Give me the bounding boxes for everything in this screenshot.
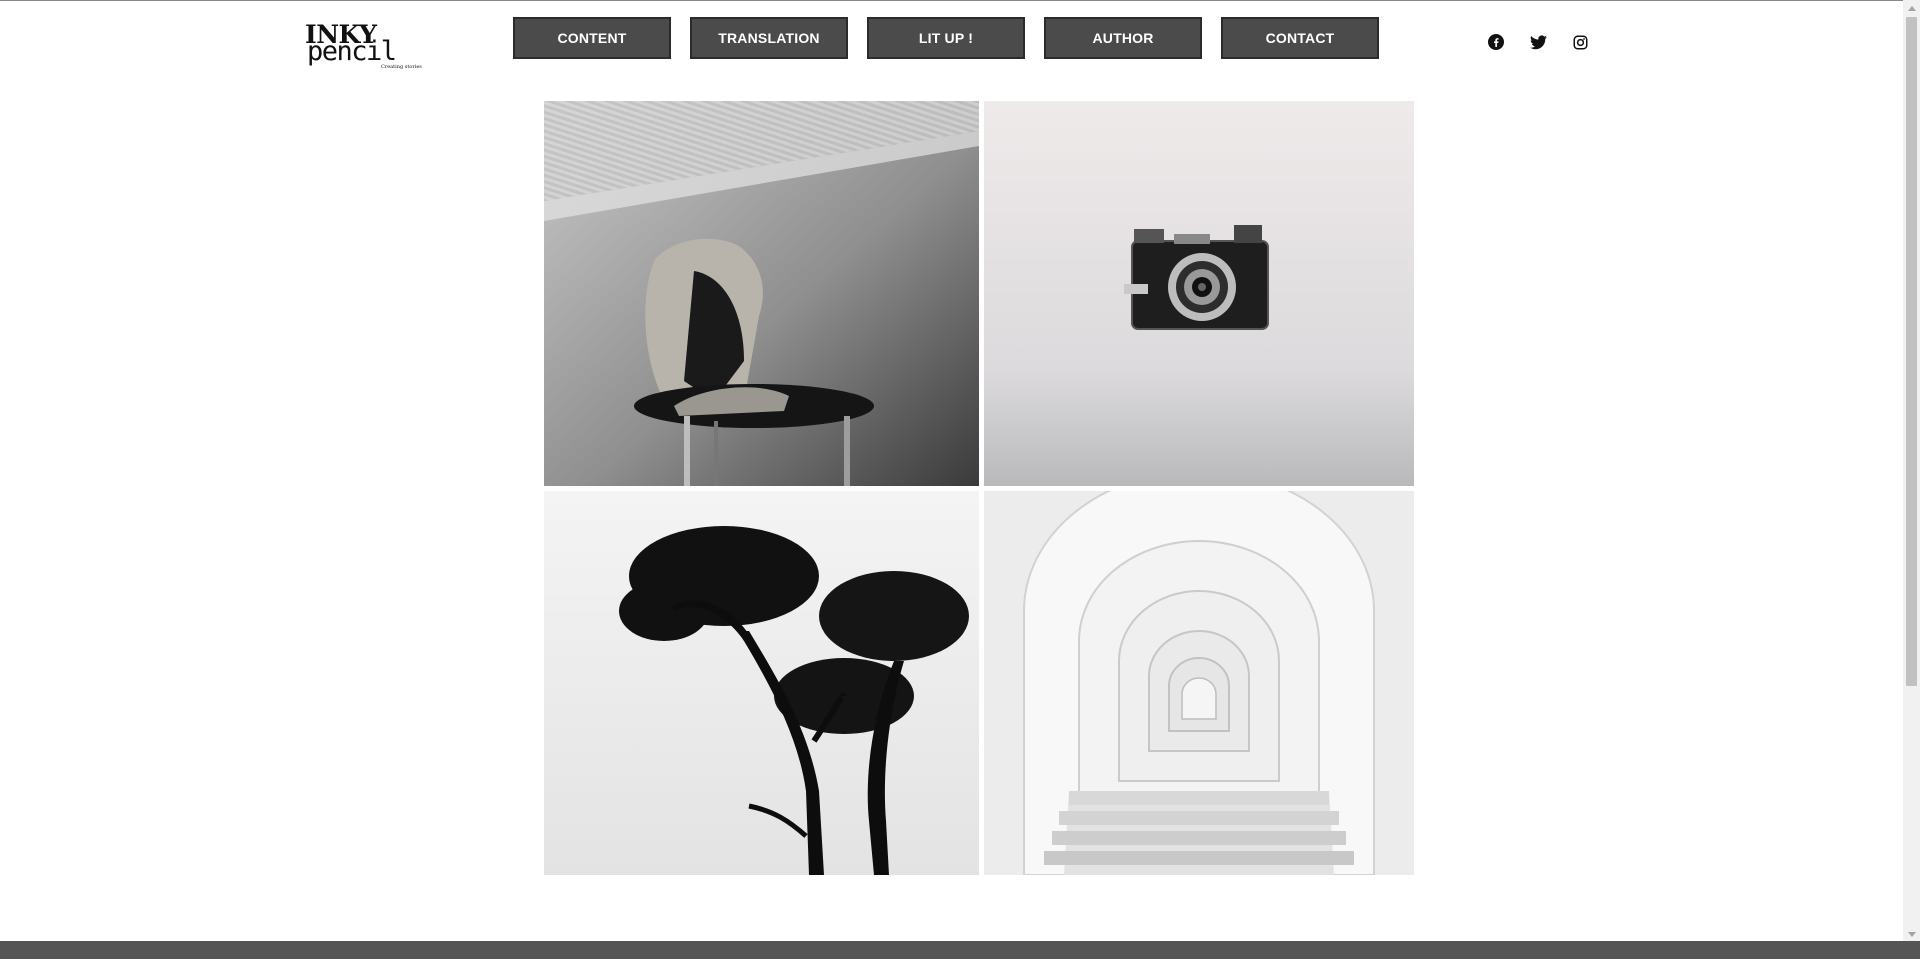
gallery-image-chair[interactable] bbox=[544, 101, 979, 486]
gallery-image-arches[interactable] bbox=[984, 491, 1414, 875]
nav-translation-button[interactable]: TRANSLATION bbox=[690, 17, 848, 59]
top-border bbox=[0, 0, 1920, 1]
nav-contact-button[interactable]: CONTACT bbox=[1221, 17, 1379, 59]
chair-photo bbox=[544, 101, 979, 486]
gallery-image-camera[interactable] bbox=[984, 101, 1414, 486]
gallery-image-tree[interactable] bbox=[544, 491, 979, 875]
site-logo[interactable]: INKY pencil Creating stories bbox=[305, 22, 422, 72]
nav-lit-up-button[interactable]: LIT UP ! bbox=[867, 17, 1025, 59]
logo-tagline: Creating stories bbox=[381, 64, 422, 70]
scroll-up-arrow[interactable] bbox=[1903, 0, 1920, 17]
logo-line-2: pencil bbox=[307, 36, 397, 67]
footer-bar bbox=[0, 941, 1920, 959]
tree-photo bbox=[544, 491, 979, 875]
nav-author-button[interactable]: AUTHOR bbox=[1044, 17, 1202, 59]
scrollbar-thumb[interactable] bbox=[1906, 17, 1917, 686]
instagram-icon[interactable] bbox=[1570, 32, 1590, 52]
nav-content-button[interactable]: CONTENT bbox=[513, 17, 671, 59]
camera-photo bbox=[984, 101, 1414, 486]
twitter-icon[interactable] bbox=[1528, 32, 1548, 52]
facebook-icon[interactable] bbox=[1486, 32, 1506, 52]
arches-photo bbox=[984, 491, 1414, 875]
